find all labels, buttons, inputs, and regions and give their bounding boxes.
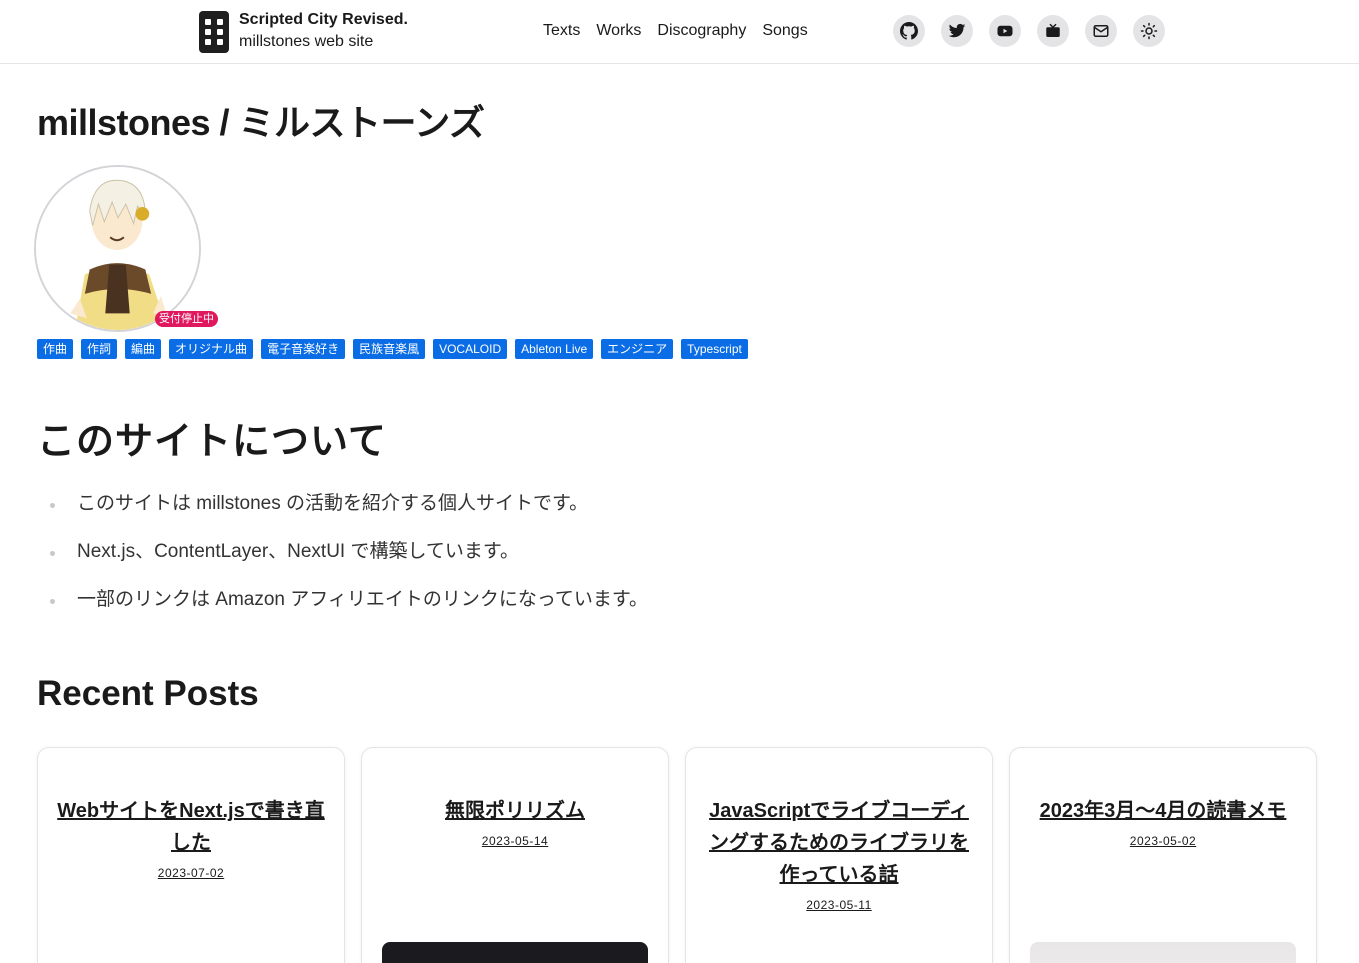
site-title: Scripted City Revised. [239,11,408,28]
post-date[interactable]: 2023-07-02 [54,866,328,880]
twitter-icon[interactable] [941,15,973,47]
github-icon[interactable] [893,15,925,47]
nav-texts[interactable]: Texts [543,20,580,42]
tag[interactable]: 編曲 [125,339,162,359]
about-list: このサイトは millstones の活動を紹介する個人サイトです。 Next.… [48,488,648,632]
page-title: millstones / ミルストーンズ [37,102,485,143]
post-date[interactable]: 2023-05-14 [378,834,652,848]
social-links [893,15,1165,47]
post-cards: WebサイトをNext.jsで書き直した 2023-07-02 無限ポリリズム … [37,747,1317,963]
recent-posts-heading: Recent Posts [37,674,259,713]
post-title-link[interactable]: 2023年3月〜4月の読書メモ [1026,795,1300,827]
post-card[interactable]: JavaScriptでライブコーディングするためのライブラリを作っている話 20… [685,747,993,963]
main-nav: Texts Works Discography Songs [543,20,808,42]
tag[interactable]: 電子音楽好き [261,339,346,359]
post-thumbnail[interactable] [1030,942,1296,963]
building-logo-icon [199,11,229,53]
youtube-icon[interactable] [989,15,1021,47]
list-item: 一部のリンクは Amazon アフィリエイトのリンクになっています。 [48,584,648,632]
sun-icon[interactable] [1133,15,1165,47]
site-brand[interactable]: Scripted City Revised. millstones web si… [199,10,408,54]
tag[interactable]: 作曲 [37,339,74,359]
tag[interactable]: Ableton Live [515,339,594,359]
nav-songs[interactable]: Songs [762,20,807,42]
tag[interactable]: 作詞 [81,339,118,359]
niconico-icon[interactable] [1037,15,1069,47]
tag[interactable]: 民族音楽風 [353,339,426,359]
list-item: Next.js、ContentLayer、NextUI で構築しています。 [48,536,648,584]
tag[interactable]: Typescript [681,339,748,359]
post-date[interactable]: 2023-05-11 [702,898,976,912]
tag-list: 作曲 作詞 編曲 オリジナル曲 電子音楽好き 民族音楽風 VOCALOID Ab… [37,339,748,359]
avatar: 受付停止中 [34,165,218,332]
post-thumbnail[interactable] [382,942,648,963]
post-title-link[interactable]: WebサイトをNext.jsで書き直した [54,795,328,859]
mail-icon[interactable] [1085,15,1117,47]
post-title-link[interactable]: 無限ポリリズム [378,795,652,827]
tag[interactable]: VOCALOID [433,339,508,359]
post-date[interactable]: 2023-05-02 [1026,834,1300,848]
post-title-link[interactable]: JavaScriptでライブコーディングするためのライブラリを作っている話 [702,795,976,891]
post-card[interactable]: 無限ポリリズム 2023-05-14 [361,747,669,963]
post-card[interactable]: 2023年3月〜4月の読書メモ 2023-05-02 [1009,747,1317,963]
tag[interactable]: エンジニア [601,339,674,359]
nav-discography[interactable]: Discography [657,20,746,42]
nav-works[interactable]: Works [596,20,641,42]
list-item: このサイトは millstones の活動を紹介する個人サイトです。 [48,488,648,536]
status-badge: 受付停止中 [155,311,218,327]
post-card[interactable]: WebサイトをNext.jsで書き直した 2023-07-02 [37,747,345,963]
site-header: Scripted City Revised. millstones web si… [0,0,1359,64]
tag[interactable]: オリジナル曲 [169,339,254,359]
about-heading: このサイトについて [37,421,387,463]
site-subtitle: millstones web site [239,33,374,50]
